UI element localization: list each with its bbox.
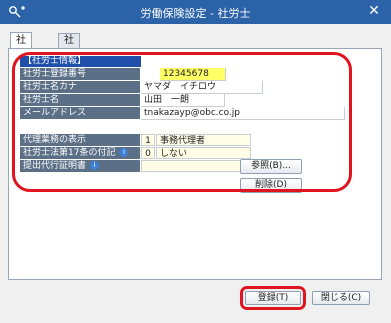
article17-text: しない [156, 147, 251, 159]
name-kana-label: 社労士名カナ [20, 81, 140, 94]
row-agency-display: 代理業務の表示 1 事務代理者 [20, 134, 320, 147]
article17-label: 社労士法第17条の付記 i [20, 147, 140, 160]
section-header: 【社労士情報】 [20, 56, 141, 67]
proof-field[interactable] [141, 160, 251, 172]
row-name: 社労士名 山田 一朗 [20, 94, 320, 107]
name-field[interactable]: 山田 一朗 [141, 94, 225, 107]
agency-display-code[interactable]: 1 [141, 134, 155, 146]
close-button[interactable]: 閉じる(C) [312, 291, 370, 305]
row-email: メールアドレス tnakazayp@obc.co.jp [20, 107, 345, 120]
window-title: 労働保険設定 - 社労士 [140, 7, 251, 20]
row-name-kana: 社労士名カナ ヤマダ イチロウ [20, 81, 320, 94]
tab-sharoushi-office[interactable]: 社労士事務所 [58, 33, 80, 116]
name-label: 社労士名 [20, 94, 140, 107]
article17-code[interactable]: 0 [141, 147, 155, 159]
info-icon[interactable]: i [119, 148, 129, 157]
title-bar: 労働保険設定 - 社労士 ✕ [0, 0, 391, 24]
info-icon[interactable]: i [90, 161, 100, 170]
close-icon[interactable]: ✕ [365, 2, 383, 20]
delete-button[interactable]: 削除(D) [240, 178, 302, 193]
email-label: メールアドレス [20, 107, 140, 120]
row-article17: 社労士法第17条の付記 i 0 しない [20, 147, 320, 160]
agency-display-text: 事務代理者 [156, 134, 251, 146]
proof-label: 提出代行証明書 i [20, 160, 140, 173]
article17-label-text: 社労士法第17条の付記 [23, 148, 116, 158]
email-field[interactable]: tnakazayp@obc.co.jp [141, 107, 345, 120]
registration-number-label: 社労士登録番号 [20, 68, 140, 81]
agency-display-label: 代理業務の表示 [20, 134, 140, 147]
row-registration-number: 社労士登録番号 12345678 [20, 68, 320, 81]
registration-number-field[interactable]: 12345678 [160, 68, 226, 81]
register-button[interactable]: 登録(T) [240, 286, 306, 310]
tab-sharoushi[interactable]: 社労士 [10, 32, 32, 78]
proof-label-text: 提出代行証明書 [23, 161, 87, 171]
name-kana-field[interactable]: ヤマダ イチロウ [141, 81, 263, 94]
browse-button[interactable]: 参照(B)... [240, 159, 302, 174]
